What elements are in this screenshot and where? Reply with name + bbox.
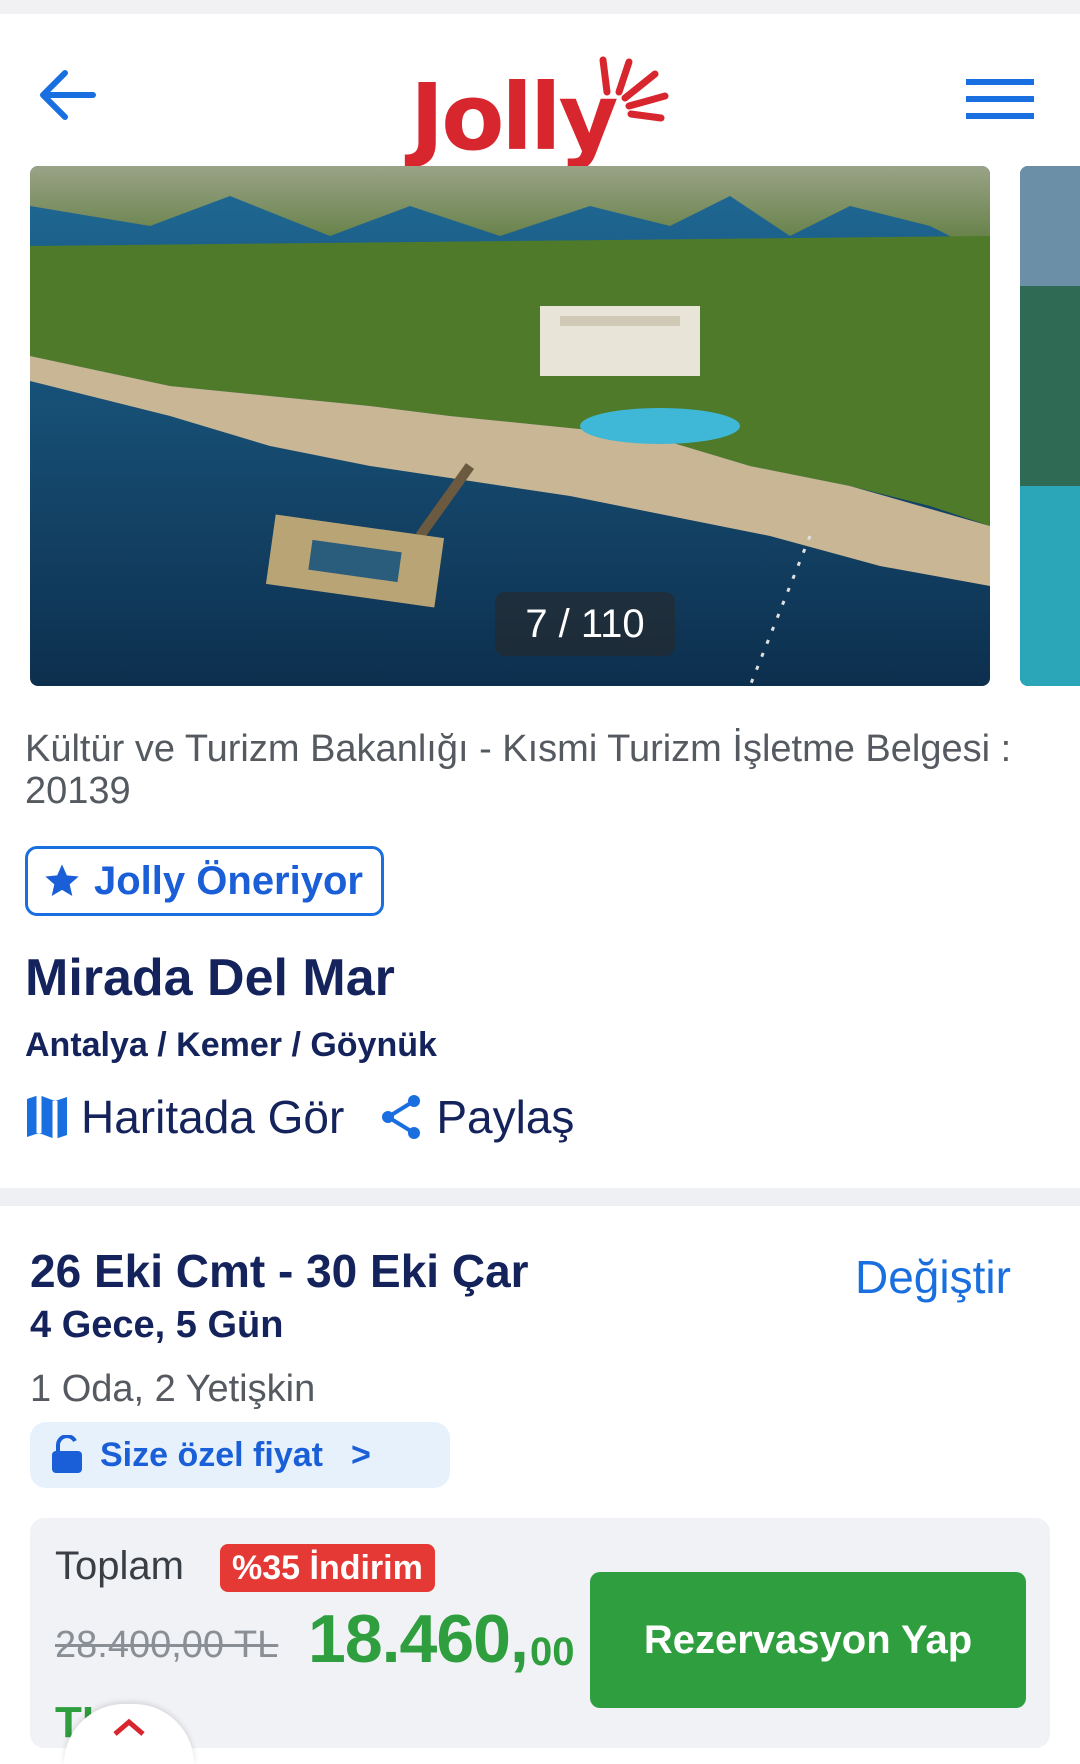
view-on-map-button[interactable]: Haritada Gör xyxy=(25,1090,344,1144)
chevron-right-icon: > xyxy=(350,1435,371,1474)
unlock-icon xyxy=(52,1435,82,1473)
new-price: 18.460, xyxy=(308,1601,529,1677)
section-divider xyxy=(0,1188,1080,1206)
next-photo-image xyxy=(1020,166,1080,686)
old-price: 28.400,00 TL xyxy=(55,1624,279,1666)
change-dates-link[interactable]: Değiştir xyxy=(855,1250,1011,1304)
share-icon xyxy=(382,1095,421,1139)
photo-gallery[interactable]: 7 / 110 xyxy=(0,166,1080,688)
discount-badge: %35 İndirim xyxy=(220,1544,435,1592)
map-label: Haritada Gör xyxy=(81,1091,345,1143)
room-guests: 1 Oda, 2 Yetişkin xyxy=(30,1368,316,1410)
hotel-actions: Haritada Gör Paylaş xyxy=(25,1090,574,1144)
photo-counter: 7 / 110 xyxy=(495,592,675,656)
total-label: Toplam xyxy=(55,1544,184,1588)
menu-button[interactable] xyxy=(960,64,1040,134)
chevron-up-icon xyxy=(113,1718,145,1736)
stay-dates: 26 Eki Cmt - 30 Eki Çar xyxy=(30,1245,529,1297)
share-button[interactable]: Paylaş xyxy=(380,1090,574,1144)
map-icon xyxy=(27,1095,67,1139)
price-card: Toplam %35 İndirim 28.400,00 TL 18.460, … xyxy=(30,1518,1050,1748)
jolly-logo[interactable]: Jolly xyxy=(400,34,680,171)
back-button[interactable] xyxy=(30,58,104,132)
jolly-recommends-badge: Jolly Öneriyor xyxy=(25,846,384,916)
reserve-button[interactable]: Rezervasyon Yap xyxy=(590,1572,1026,1708)
hotel-location: Antalya / Kemer / Göynük xyxy=(25,1026,437,1064)
status-bar-strip xyxy=(0,0,1080,14)
recommend-label: Jolly Öneriyor xyxy=(94,858,363,903)
license-text: Kültür ve Turizm Bakanlığı - Kısmi Turiz… xyxy=(25,728,1012,812)
hotel-photo[interactable]: 7 / 110 xyxy=(30,166,990,686)
stay-duration: 4 Gece, 5 Gün xyxy=(30,1304,284,1346)
star-icon xyxy=(45,864,79,896)
top-header: Jolly xyxy=(0,14,1080,171)
arrow-left-icon xyxy=(40,70,96,120)
new-price-decimal: 00 xyxy=(530,1630,575,1674)
special-price-button[interactable]: Size özel fiyat > xyxy=(30,1422,450,1488)
hotel-name: Mirada Del Mar xyxy=(25,949,395,1007)
hamburger-menu-icon xyxy=(966,79,1034,119)
special-price-label: Size özel fiyat xyxy=(100,1435,323,1474)
next-hotel-photo-peek[interactable] xyxy=(1020,166,1080,686)
sun-rays-icon xyxy=(599,56,669,122)
share-label: Paylaş xyxy=(436,1091,575,1143)
